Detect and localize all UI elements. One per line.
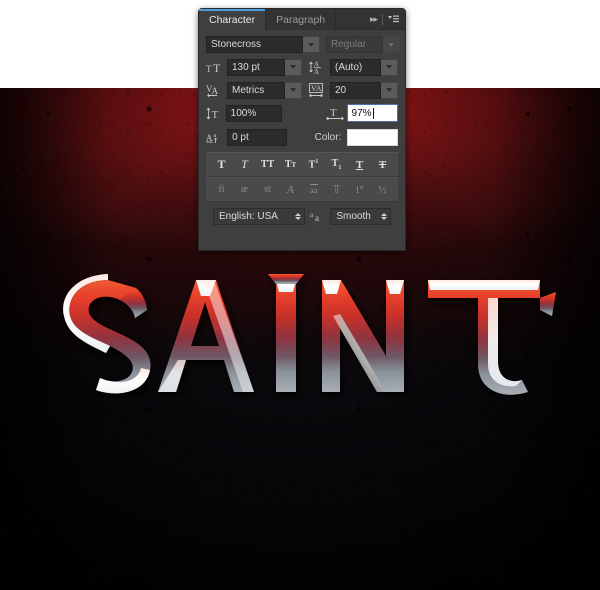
- strikethrough-button[interactable]: T: [373, 156, 392, 173]
- double-chevron-right-icon[interactable]: ▸▸: [370, 14, 378, 25]
- panel-tab-bar: Character Paragraph ▸▸: [199, 9, 405, 30]
- language-value: English: USA: [219, 210, 278, 222]
- chevron-down-icon: [388, 42, 394, 47]
- chevron-down-icon: [386, 88, 392, 92]
- font-family-dropdown-button[interactable]: [303, 36, 320, 53]
- svg-text:A: A: [206, 133, 213, 143]
- svg-text:A: A: [314, 68, 319, 74]
- font-size-dropdown-button[interactable]: [285, 58, 302, 76]
- tab-bar-spacer: [336, 9, 364, 30]
- horizontal-scale-icon: T: [325, 104, 345, 122]
- svg-text:A: A: [212, 86, 219, 96]
- tracking-control[interactable]: 20: [330, 81, 398, 99]
- subscript-button[interactable]: T1: [327, 156, 346, 173]
- contextual-alternates-button[interactable]: œ: [235, 181, 254, 198]
- svg-text:T: T: [206, 64, 212, 74]
- language-antialias-row: English: USA aa Smooth: [206, 202, 398, 225]
- ordinals-button[interactable]: 1st: [350, 181, 369, 198]
- standard-ligatures-button[interactable]: fi: [212, 181, 231, 198]
- leading-dropdown-button[interactable]: [381, 58, 398, 76]
- horizontal-scale-field[interactable]: 97%: [346, 104, 398, 122]
- chevron-down-icon: [290, 88, 296, 92]
- panel-header-icons: ▸▸: [363, 9, 405, 30]
- kerning-field[interactable]: Metrics: [227, 81, 285, 99]
- kerning-icon: VA: [206, 81, 225, 99]
- spinner-icon: [375, 212, 387, 220]
- vertical-scale-icon: T: [206, 104, 224, 122]
- tab-character[interactable]: Character: [199, 9, 267, 30]
- anti-aliasing-icon: aa: [310, 207, 325, 225]
- format-buttons-row-1: T T TT TT T1 T1 T T: [206, 152, 398, 177]
- screenshot-root: Character Paragraph ▸▸ Stonecross Regula…: [0, 0, 600, 590]
- text-color-swatch[interactable]: [347, 128, 398, 146]
- chevron-down-icon: [386, 65, 392, 69]
- antialias-value: Smooth: [336, 210, 371, 222]
- titling-alternates-button[interactable]: 𝕋: [327, 181, 346, 198]
- scale-row: T 100% T 97%: [206, 104, 398, 122]
- character-panel[interactable]: Character Paragraph ▸▸ Stonecross Regula…: [198, 8, 406, 251]
- faux-italic-button[interactable]: T: [235, 156, 254, 173]
- panel-body: Stonecross Regular TT 130 pt AA (Auto) V…: [199, 30, 405, 225]
- small-caps-button[interactable]: TT: [281, 156, 300, 173]
- svg-text:T: T: [213, 61, 221, 74]
- font-family-field[interactable]: Stonecross: [206, 36, 303, 53]
- tab-paragraph[interactable]: Paragraph: [266, 9, 337, 30]
- language-select[interactable]: English: USA: [213, 207, 306, 225]
- stylistic-alternates-button[interactable]: aa: [304, 181, 323, 198]
- panel-menu-icon[interactable]: [388, 15, 399, 24]
- saint-text-svg: [63, 274, 556, 395]
- size-leading-row: TT 130 pt AA (Auto): [206, 58, 398, 76]
- antialias-select[interactable]: Smooth: [330, 207, 391, 225]
- header-divider: [382, 13, 383, 25]
- font-row: Stonecross Regular: [206, 36, 400, 53]
- kerning-tracking-row: VA Metrics VA 20: [206, 81, 398, 99]
- svg-text:a: a: [310, 211, 314, 219]
- tracking-dropdown-button[interactable]: [381, 81, 398, 99]
- svg-text:T: T: [212, 109, 219, 120]
- underline-button[interactable]: T: [350, 156, 369, 173]
- leading-field[interactable]: (Auto): [330, 58, 381, 76]
- chevron-down-icon: [290, 65, 296, 69]
- chevron-down-icon: [308, 42, 314, 47]
- tab-paragraph-label: Paragraph: [276, 13, 326, 26]
- svg-text:a: a: [315, 213, 319, 222]
- artwork-title-text[interactable]: [0, 258, 600, 398]
- swash-button[interactable]: A: [281, 181, 300, 198]
- tracking-field[interactable]: 20: [330, 81, 381, 99]
- font-size-control[interactable]: 130 pt: [227, 58, 302, 76]
- discretionary-ligatures-button[interactable]: st: [258, 181, 277, 198]
- superscript-button[interactable]: T1: [304, 156, 323, 173]
- svg-text:T: T: [330, 107, 337, 119]
- kerning-control[interactable]: Metrics: [227, 81, 302, 99]
- tab-character-label: Character: [209, 13, 256, 26]
- format-buttons-row-2: fi œ st A aa 𝕋 1st ½: [206, 177, 398, 202]
- kerning-dropdown-button[interactable]: [285, 81, 302, 99]
- color-label: Color:: [314, 131, 342, 143]
- vertical-scale-field[interactable]: 100%: [225, 104, 282, 122]
- svg-text:VA: VA: [311, 84, 322, 93]
- text-cursor: [372, 107, 374, 119]
- faux-bold-button[interactable]: T: [212, 156, 231, 173]
- leading-icon: AA: [309, 58, 328, 76]
- horizontal-scale-value: 97%: [351, 107, 372, 119]
- baseline-color-row: Aa 0 pt Color:: [206, 128, 398, 146]
- font-size-field[interactable]: 130 pt: [227, 58, 285, 76]
- font-style-dropdown-button[interactable]: [383, 36, 400, 53]
- font-style-field[interactable]: Regular: [326, 36, 383, 53]
- spinner-icon: [289, 212, 302, 220]
- tracking-icon: VA: [309, 81, 328, 99]
- all-caps-button[interactable]: TT: [258, 156, 277, 173]
- font-family-control[interactable]: Stonecross: [206, 36, 320, 53]
- font-size-icon: TT: [206, 58, 225, 76]
- fractions-button[interactable]: ½: [373, 181, 392, 198]
- baseline-shift-icon: Aa: [206, 128, 225, 146]
- font-style-control[interactable]: Regular: [326, 36, 400, 53]
- leading-control[interactable]: (Auto): [330, 58, 398, 76]
- baseline-shift-field[interactable]: 0 pt: [227, 128, 287, 146]
